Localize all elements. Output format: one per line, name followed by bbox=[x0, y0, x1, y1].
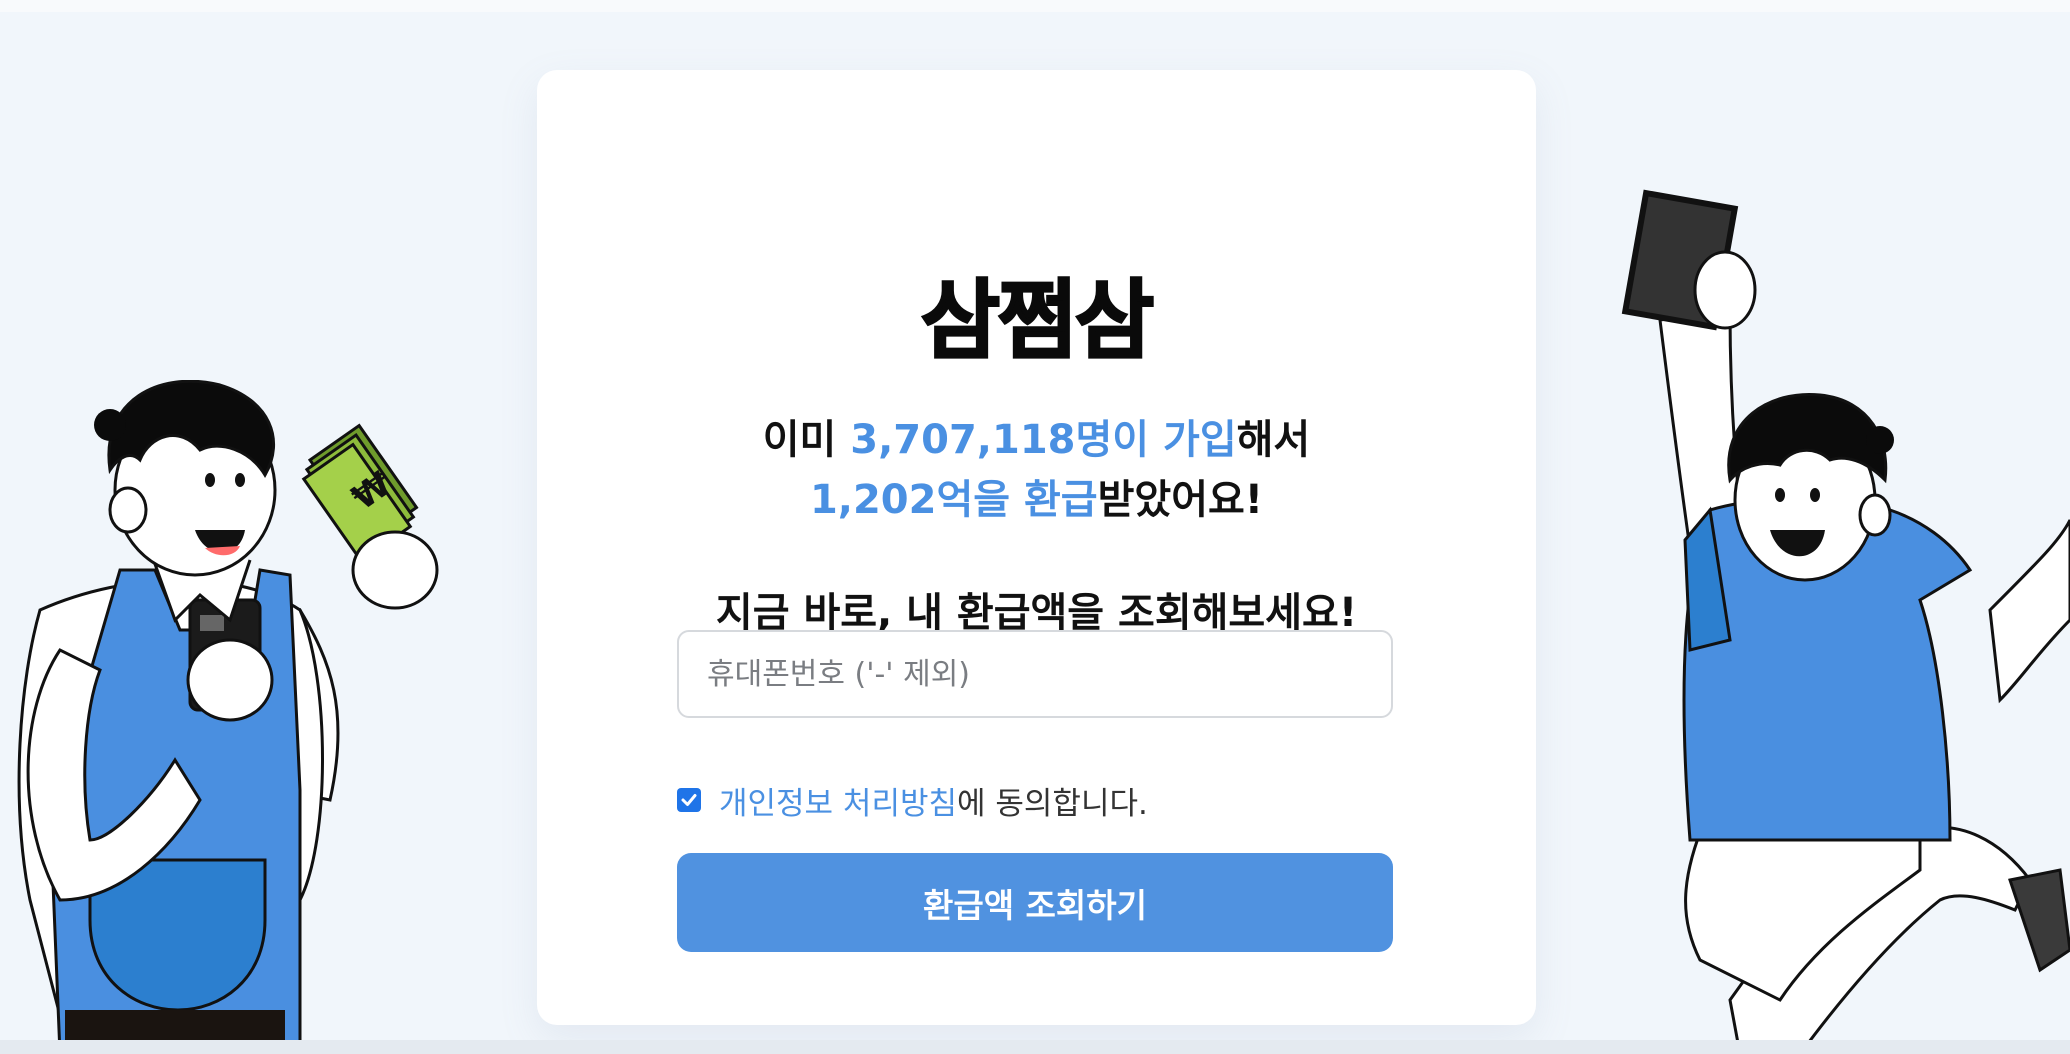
headline-line-1: 이미 3,707,118명이 가입해서 bbox=[537, 410, 1536, 470]
refund-suffix: 받았어요! bbox=[1097, 477, 1264, 523]
consent-suffix: 에 동의합니다. bbox=[957, 785, 1148, 822]
refund-amount: 1,202억을 환급 bbox=[809, 477, 1098, 523]
phone-number-input[interactable] bbox=[677, 630, 1393, 718]
members-suffix: 해서 bbox=[1236, 417, 1311, 463]
headline-line-2: 1,202억을 환급받았어요! bbox=[537, 470, 1536, 530]
consent-checkbox[interactable] bbox=[677, 788, 701, 812]
shopkeeper-illustration: ₩ bbox=[17, 380, 439, 1054]
checkmark-icon bbox=[681, 794, 697, 806]
brand-logo: 삼쩜삼 bbox=[920, 270, 1156, 373]
privacy-consent: 개인정보 처리방침 에 동의합니다. bbox=[677, 775, 1148, 825]
top-strip bbox=[0, 0, 2070, 12]
privacy-policy-link[interactable]: 개인정보 처리방침 bbox=[719, 778, 957, 823]
login-card: 삼쩜삼 이미 3,707,118명이 가입해서 1,202억을 환급받았어요! … bbox=[537, 70, 1536, 1025]
bottom-shade bbox=[0, 1040, 2070, 1054]
check-refund-button[interactable]: 환급액 조회하기 bbox=[677, 853, 1393, 952]
headline-prefix: 이미 bbox=[762, 417, 851, 463]
jumping-person-illustration bbox=[1621, 189, 2070, 1054]
headline: 이미 3,707,118명이 가입해서 1,202억을 환급받았어요! bbox=[537, 410, 1536, 530]
members-count: 3,707,118명이 가입 bbox=[850, 417, 1237, 463]
